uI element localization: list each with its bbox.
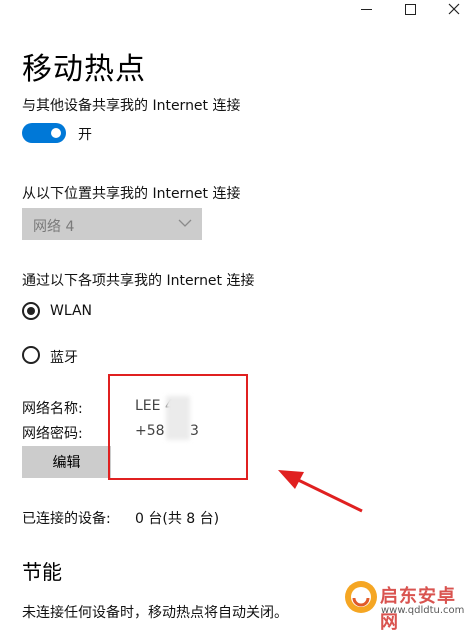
chevron-down-icon [178, 219, 192, 227]
watermark-logo [345, 581, 377, 613]
dropdown-value: 网络 4 [33, 219, 75, 235]
minimize-icon [360, 8, 372, 10]
maximize-icon [404, 3, 416, 15]
toggle-state-label: 开 [78, 127, 92, 143]
network-password-label: 网络密码: [22, 426, 83, 442]
power-saving-heading: 节能 [22, 560, 62, 584]
bluetooth-label: 蓝牙 [50, 350, 78, 366]
maximize-button[interactable] [390, 0, 430, 18]
toggle-knob [51, 128, 61, 138]
power-saving-text: 未连接任何设备时，移动热点将自动关闭。 [22, 605, 288, 621]
connected-devices-label: 已连接的设备: [22, 511, 111, 527]
network-source-dropdown[interactable]: 网络 4 [22, 208, 202, 240]
connected-devices-value: 0 台(共 8 台) [135, 511, 220, 527]
share-from-label: 从以下位置共享我的 Internet 连接 [22, 186, 241, 202]
share-over-label: 通过以下各项共享我的 Internet 连接 [22, 273, 255, 289]
wlan-radio[interactable] [22, 302, 40, 320]
watermark-url: www.qdldtu.com [381, 605, 465, 616]
highlight-box [108, 374, 248, 480]
close-button[interactable] [434, 0, 473, 18]
wlan-label: WLAN [50, 303, 93, 319]
edit-button-label: 编辑 [52, 454, 81, 470]
bluetooth-radio[interactable] [22, 346, 40, 364]
radio-dot [27, 307, 35, 315]
hotspot-toggle[interactable] [22, 123, 66, 143]
network-name-label: 网络名称: [22, 401, 83, 417]
share-connection-label: 与其他设备共享我的 Internet 连接 [22, 98, 241, 114]
edit-button[interactable]: 编辑 [22, 446, 111, 478]
minimize-button[interactable] [346, 0, 386, 18]
arrow-annotation [278, 470, 363, 513]
page-title: 移动热点 [22, 52, 146, 87]
close-icon [448, 3, 460, 15]
